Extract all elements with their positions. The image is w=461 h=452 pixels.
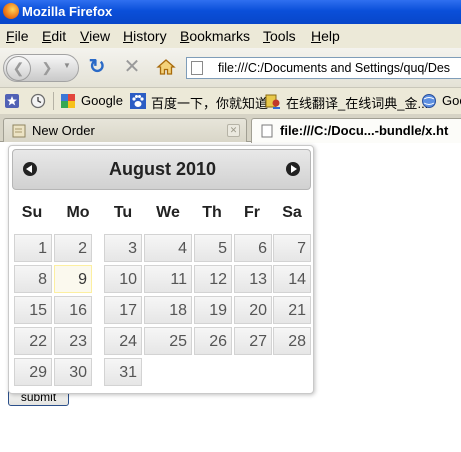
bookmarks-star-icon[interactable]: [4, 93, 20, 109]
day-cell[interactable]: 31: [104, 358, 142, 386]
day-cell[interactable]: 18: [144, 296, 192, 324]
dictionary-icon: [265, 94, 280, 109]
bookmark-baidu[interactable]: 百度一下，你就知道: [151, 93, 268, 112]
back-button[interactable]: ❮: [6, 56, 31, 81]
day-cell[interactable]: 19: [194, 296, 232, 324]
forward-button[interactable]: ❯: [36, 58, 58, 78]
weekday-saturday: Sa: [282, 204, 302, 221]
day-cell[interactable]: 29: [14, 358, 52, 386]
stop-icon[interactable]: ✕: [121, 57, 143, 77]
weekday-monday: Mo: [66, 204, 90, 221]
tab-file[interactable]: file:///C:/Docu...-bundle/x.ht: [251, 118, 461, 143]
day-cell[interactable]: 5: [194, 234, 232, 262]
day-cell[interactable]: 1: [14, 234, 52, 262]
bookmarks-toolbar: Google 百度一下，你就知道 在线翻译_在线词典_金... Goo: [0, 88, 461, 114]
day-cell[interactable]: 6: [234, 234, 272, 262]
datepicker-header: August 2010: [12, 149, 311, 190]
day-cell[interactable]: 26: [194, 327, 232, 355]
day-cell-today[interactable]: 9: [54, 265, 92, 293]
day-cell[interactable]: 3: [104, 234, 142, 262]
day-cell[interactable]: 16: [54, 296, 92, 324]
next-month-icon[interactable]: [286, 162, 300, 176]
firefox-icon: [3, 3, 19, 19]
tab-page-icon: [261, 124, 273, 138]
home-icon[interactable]: [155, 57, 177, 81]
tab-new-order[interactable]: New Order ✕: [3, 118, 247, 142]
datepicker: August 2010 Su Mo Tu We Th Fr Sa 1 2 3 4…: [8, 145, 314, 394]
day-cell[interactable]: 4: [144, 234, 192, 262]
datepicker-title: August 2010: [108, 159, 217, 179]
back-forward-group: ❮ ❯ ▼: [3, 54, 79, 82]
tab-bar: New Order ✕ file:///C:/Docu...-bundle/x.…: [0, 114, 461, 143]
url-text: file:///C:/Documents and Settings/quq/De…: [218, 61, 451, 75]
day-cell[interactable]: 14: [273, 265, 311, 293]
weekday-wednesday: We: [156, 204, 180, 221]
day-cell[interactable]: 22: [14, 327, 52, 355]
navigation-toolbar: ❮ ❯ ▼ ↻ ✕ file:///C:/Documents and Setti…: [0, 48, 461, 88]
weekday-friday: Fr: [244, 204, 260, 221]
day-cell[interactable]: 15: [14, 296, 52, 324]
day-cell[interactable]: 8: [14, 265, 52, 293]
menu-bookmarks[interactable]: Bookmarks: [180, 28, 250, 44]
google-icon: [61, 94, 75, 108]
bookmark-google[interactable]: Google: [81, 93, 123, 108]
tab-label: New Order: [32, 123, 95, 138]
page-icon: [191, 61, 203, 75]
tab-label: file:///C:/Docu...-bundle/x.ht: [280, 123, 449, 138]
day-cell[interactable]: 30: [54, 358, 92, 386]
day-cell[interactable]: 24: [104, 327, 142, 355]
menu-tools[interactable]: Tools: [263, 28, 296, 44]
day-cell[interactable]: 27: [234, 327, 272, 355]
menu-history[interactable]: History: [123, 28, 167, 44]
day-cell[interactable]: 20: [234, 296, 272, 324]
page-content: submit August 2010 Su Mo Tu We Th Fr Sa …: [0, 143, 461, 452]
menu-edit[interactable]: Edit: [42, 28, 66, 44]
day-cell[interactable]: 13: [234, 265, 272, 293]
menu-file[interactable]: File: [6, 28, 29, 44]
menu-help[interactable]: Help: [311, 28, 340, 44]
weekday-sunday: Su: [21, 204, 43, 221]
window-titlebar: Mozilla Firefox: [0, 0, 461, 24]
menu-bar: File Edit View History Bookmarks Tools H…: [0, 24, 461, 48]
close-tab-icon[interactable]: ✕: [227, 124, 240, 137]
weekday-thursday: Th: [202, 204, 222, 221]
day-cell[interactable]: 11: [144, 265, 192, 293]
tab-page-icon: [12, 124, 26, 138]
day-cell[interactable]: 12: [194, 265, 232, 293]
bookmarks-separator: [53, 92, 54, 110]
bookmark-translate[interactable]: 在线翻译_在线词典_金...: [286, 93, 428, 112]
bookmark-goo[interactable]: Goo: [442, 93, 461, 108]
day-cell[interactable]: 2: [54, 234, 92, 262]
day-cell[interactable]: 17: [104, 296, 142, 324]
day-cell[interactable]: 23: [54, 327, 92, 355]
history-clock-icon[interactable]: [30, 93, 46, 109]
day-cell[interactable]: 28: [273, 327, 311, 355]
history-dropdown-icon[interactable]: ▼: [63, 61, 71, 70]
day-cell[interactable]: 7: [273, 234, 311, 262]
weekday-tuesday: Tu: [113, 204, 133, 221]
reload-icon[interactable]: ↻: [86, 57, 108, 77]
day-cell[interactable]: 10: [104, 265, 142, 293]
menu-view[interactable]: View: [80, 28, 110, 44]
globe-icon: [422, 94, 436, 108]
baidu-paw-icon: [130, 93, 146, 109]
day-cell[interactable]: 21: [273, 296, 311, 324]
window-title: Mozilla Firefox: [22, 4, 113, 19]
url-bar[interactable]: file:///C:/Documents and Settings/quq/De…: [186, 57, 461, 79]
day-cell[interactable]: 25: [144, 327, 192, 355]
